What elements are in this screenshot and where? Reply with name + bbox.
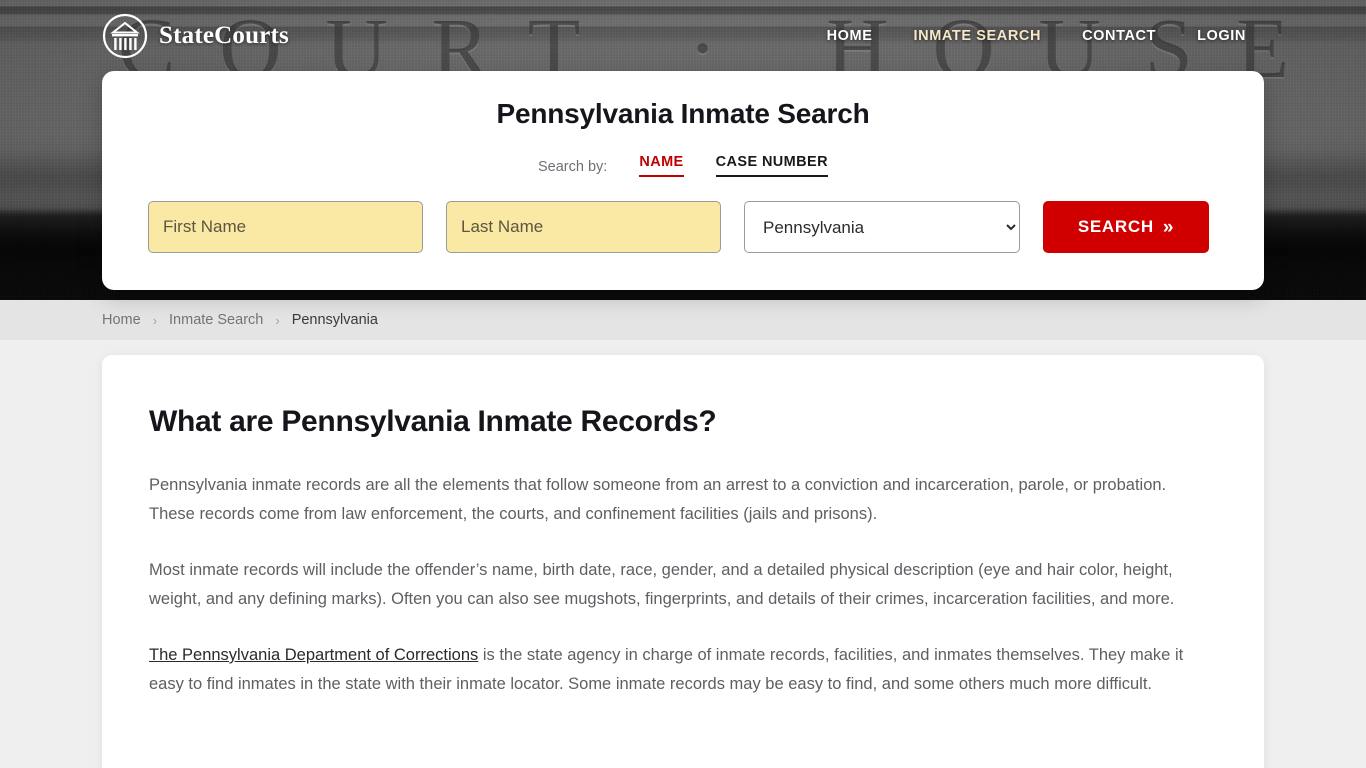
article-paragraph-2: Most inmate records will include the off… (149, 561, 1175, 608)
breadcrumb: Home › Inmate Search › Pennsylvania (0, 300, 1366, 340)
page-content: What are Pennsylvania Inmate Records? Pe… (0, 340, 1366, 768)
nav-item-contact[interactable]: CONTACT (1082, 28, 1156, 44)
tab-search-by-case-number[interactable]: CASE NUMBER (715, 154, 828, 177)
search-by-label: Search by: (538, 159, 608, 175)
courthouse-circle-icon (102, 13, 148, 59)
chevron-right-icon: › (152, 312, 158, 328)
brand-name: StateCourts (159, 22, 289, 49)
search-form: Pennsylvania SEARCH » (148, 201, 1218, 253)
article-card: What are Pennsylvania Inmate Records? Pe… (102, 355, 1264, 768)
doc-link[interactable]: The Pennsylvania Department of Correctio… (149, 646, 478, 664)
nav-item-inmate-search[interactable]: INMATE SEARCH (914, 28, 1042, 44)
tab-search-by-name[interactable]: NAME (639, 154, 684, 177)
double-chevron-right-icon: » (1162, 216, 1175, 238)
search-card-title: Pennsylvania Inmate Search (496, 98, 870, 129)
breadcrumb-item-current: Pennsylvania (291, 312, 378, 328)
nav-item-home[interactable]: HOME (827, 28, 873, 44)
first-name-input[interactable] (148, 201, 423, 253)
page-title: What are Pennsylvania Inmate Records? (149, 405, 717, 438)
nav-item-login[interactable]: LOGIN (1197, 28, 1246, 44)
state-select[interactable]: Pennsylvania (744, 201, 1020, 253)
main-navigation: HOME INMATE SEARCH CONTACT LOGIN (827, 28, 1246, 44)
search-button[interactable]: SEARCH » (1043, 201, 1209, 253)
chevron-right-icon: › (275, 312, 280, 328)
article-paragraph-1: Pennsylvania inmate records are all the … (149, 476, 1167, 523)
inmate-search-card: Pennsylvania Inmate Search Search by: NA… (102, 71, 1264, 290)
brand-logo-link[interactable]: StateCourts (102, 13, 289, 59)
last-name-input[interactable] (446, 201, 721, 253)
breadcrumb-item-inmate-search[interactable]: Inmate Search (169, 312, 263, 328)
search-mode-tabs: Search by: NAME CASE NUMBER (148, 151, 1218, 177)
search-button-label: SEARCH (1077, 217, 1154, 236)
article-paragraph-3: The Pennsylvania Department of Correctio… (149, 641, 1204, 698)
site-header: StateCourts HOME INMATE SEARCH CONTACT L… (0, 0, 1366, 72)
breadcrumb-item-home[interactable]: Home (102, 312, 141, 328)
